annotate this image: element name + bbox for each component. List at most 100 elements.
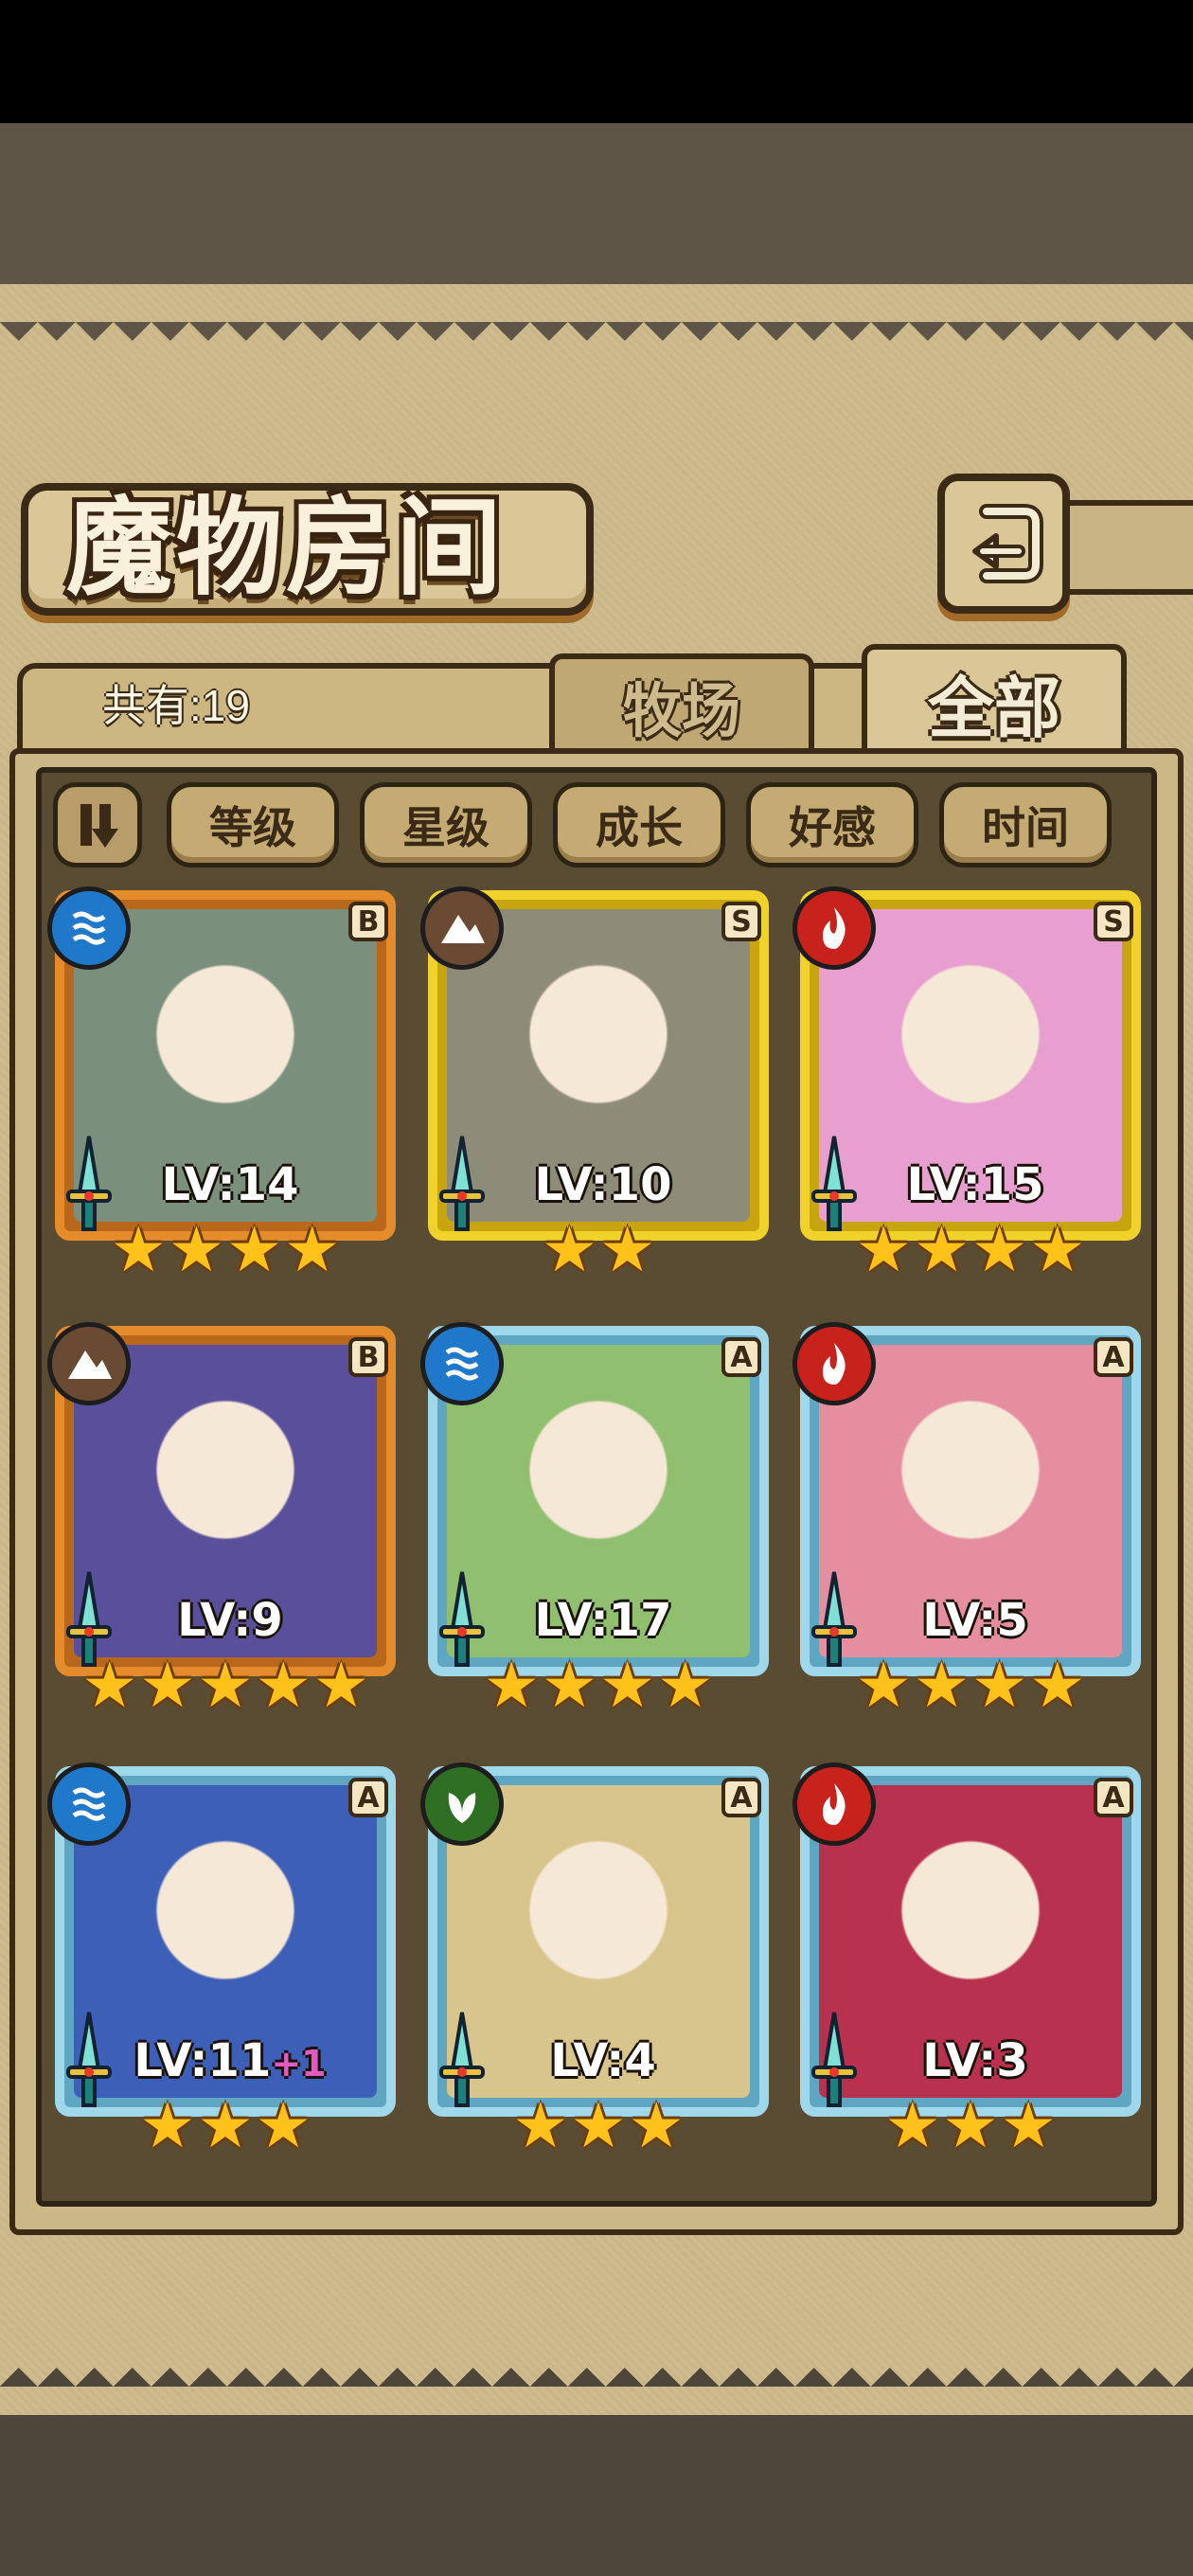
rank-badge: B [348, 902, 388, 941]
sort-by-star-button[interactable]: 星级 [360, 782, 532, 868]
star-icon: ★ [913, 1649, 970, 1722]
level-text: LV:9 [177, 1594, 283, 1647]
level-text: LV:14 [161, 1158, 299, 1211]
star-rating: ★ ★ ★ ★ ★ [55, 1648, 396, 1724]
torn-edge-top [0, 322, 1193, 360]
water-element-icon [47, 886, 131, 970]
star-icon: ★ [197, 1649, 254, 1722]
map-band-bottom [0, 2410, 1193, 2576]
grass-element-icon [420, 1762, 504, 1846]
star-icon: ★ [512, 2089, 569, 2162]
return-arrow-icon [972, 504, 1043, 583]
sort-order-icon [80, 804, 118, 848]
rank-badge: A [721, 1778, 761, 1817]
monster-level: LV:9 [112, 1594, 348, 1651]
star-icon: ★ [971, 1213, 1028, 1286]
rank-badge: S [721, 902, 761, 941]
monster-card[interactable]: A LV:4 ★ ★ ★ [420, 1762, 769, 2164]
star-icon: ★ [884, 2089, 941, 2162]
rank-badge: S [1094, 902, 1133, 941]
star-icon: ★ [483, 1649, 540, 1722]
monster-card[interactable]: A LV:5 ★ ★ ★ ★ [792, 1322, 1141, 1724]
monster-card[interactable]: A LV:11+1 ★ ★ ★ [47, 1762, 396, 2164]
rank-badge: A [1094, 1337, 1133, 1377]
rank-badge: A [721, 1337, 761, 1377]
monster-level: LV:15 [857, 1158, 1094, 1215]
level-text: LV:15 [906, 1158, 1044, 1211]
star-icon: ★ [139, 1649, 196, 1722]
star-rating: ★ ★ ★ [55, 2088, 396, 2164]
star-icon: ★ [226, 1213, 283, 1286]
star-icon: ★ [1029, 1649, 1086, 1722]
water-element-icon [420, 1322, 504, 1405]
star-rating: ★ ★ ★ ★ [55, 1212, 396, 1288]
monster-card[interactable]: A LV:3 ★ ★ ★ [792, 1762, 1141, 2164]
star-icon: ★ [541, 1213, 597, 1286]
star-icon: ★ [255, 1649, 312, 1722]
sort-by-growth-button[interactable]: 成长 [553, 782, 725, 868]
monster-card[interactable]: S LV:15 ★ ★ ★ ★ [792, 886, 1141, 1288]
monster-card[interactable]: A LV:17 ★ ★ ★ ★ [420, 1322, 769, 1724]
level-text: LV:4 [550, 2034, 656, 2087]
monster-level: LV:5 [857, 1594, 1094, 1651]
level-text: LV:17 [534, 1594, 672, 1647]
star-rating: ★ ★ ★ [428, 2088, 769, 2164]
rank-badge: A [348, 1778, 388, 1817]
star-icon: ★ [139, 2089, 196, 2162]
level-text: LV:10 [534, 1158, 672, 1211]
earth-element-icon [420, 886, 504, 970]
star-icon: ★ [168, 1213, 224, 1286]
star-icon: ★ [942, 2089, 999, 2162]
back-button[interactable] [937, 474, 1070, 614]
fire-element-icon [792, 1322, 876, 1405]
level-text: LV:5 [922, 1594, 1028, 1647]
star-icon: ★ [913, 1213, 970, 1286]
monster-level: LV:10 [485, 1158, 721, 1215]
sort-by-affection-button[interactable]: 好感 [746, 782, 918, 868]
star-icon: ★ [1000, 2089, 1057, 2162]
monster-level: LV:4 [485, 2034, 721, 2091]
star-icon: ★ [255, 2089, 312, 2162]
earth-element-icon [47, 1322, 131, 1405]
monster-level: LV:14 [112, 1158, 348, 1215]
star-icon: ★ [855, 1649, 912, 1722]
map-band-top [0, 123, 1193, 294]
monster-card[interactable]: B LV:14 ★ ★ ★ ★ [47, 886, 396, 1288]
star-rating: ★ ★ ★ [800, 2088, 1141, 2164]
star-rating: ★ ★ ★ ★ [800, 1212, 1141, 1288]
monster-level: LV:17 [485, 1594, 721, 1651]
star-icon: ★ [312, 1649, 369, 1722]
star-icon: ★ [855, 1213, 912, 1286]
star-icon: ★ [81, 1649, 138, 1722]
status-bar-area [0, 0, 1193, 123]
level-text: LV:3 [922, 2034, 1028, 2087]
rank-badge: B [348, 1337, 388, 1377]
star-rating: ★ ★ ★ ★ [428, 1648, 769, 1724]
star-icon: ★ [197, 2089, 254, 2162]
star-icon: ★ [599, 1213, 656, 1286]
star-rating: ★ ★ [428, 1212, 769, 1288]
monster-card[interactable]: S LV:10 ★ ★ [420, 886, 769, 1288]
fire-element-icon [792, 886, 876, 970]
level-text: LV:11 [134, 2034, 272, 2087]
star-icon: ★ [657, 1649, 714, 1722]
monster-card[interactable]: B LV:9 ★ ★ ★ ★ ★ [47, 1322, 396, 1724]
tab-all[interactable]: 全部 [862, 644, 1127, 762]
sort-by-time-button[interactable]: 时间 [939, 782, 1112, 868]
sort-toggle-button[interactable] [53, 782, 142, 868]
star-icon: ★ [541, 1649, 597, 1722]
star-icon: ★ [599, 1649, 656, 1722]
torn-edge-bottom [0, 2349, 1193, 2387]
page-title: 魔物房间 [66, 486, 506, 610]
sort-by-level-button[interactable]: 等级 [167, 782, 339, 868]
star-icon: ★ [628, 2089, 685, 2162]
tab-pasture[interactable]: 牧场 [549, 653, 814, 758]
star-rating: ★ ★ ★ ★ [800, 1648, 1141, 1724]
fire-element-icon [792, 1762, 876, 1846]
monster-level: LV:3 [857, 2034, 1094, 2091]
star-icon: ★ [110, 1213, 167, 1286]
monster-level: LV:11+1 [112, 2034, 348, 2091]
star-icon: ★ [284, 1213, 341, 1286]
water-element-icon [47, 1762, 131, 1846]
level-bonus: +1 [271, 2043, 327, 2084]
